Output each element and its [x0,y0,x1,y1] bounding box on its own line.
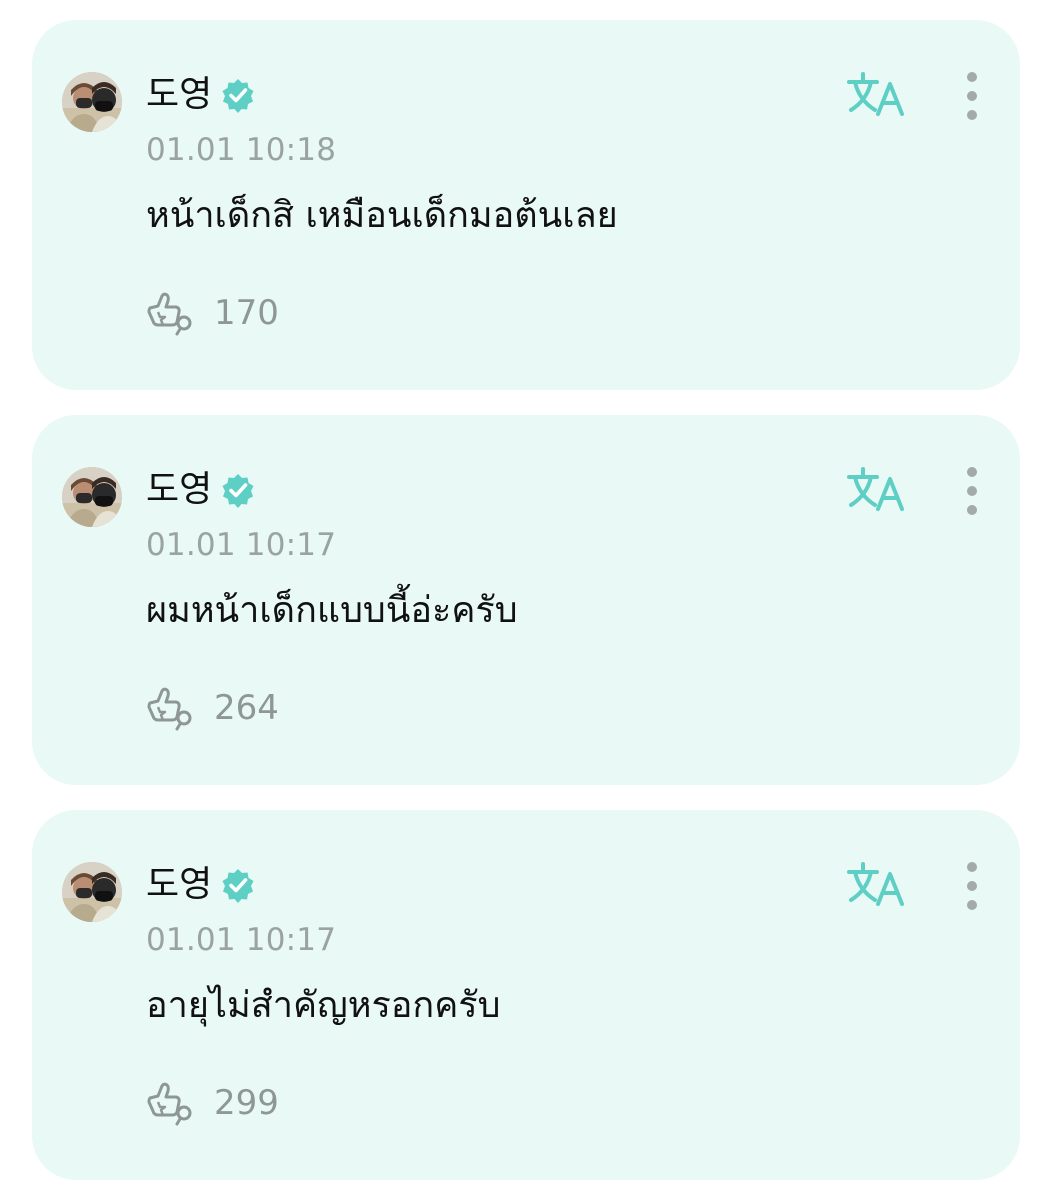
like-button[interactable]: 264 [144,685,279,731]
more-vertical-icon [967,862,977,910]
more-options-button[interactable] [954,465,990,517]
author-row: 도영 [146,862,256,908]
comment-text: หน้าเด็กสิ เหมือนเด็กมอต้นเลย [146,195,618,236]
more-vertical-icon [967,467,977,515]
translate-button[interactable] [846,70,908,120]
avatar[interactable] [62,72,122,132]
translate-button[interactable] [846,860,908,910]
like-button[interactable]: 170 [144,290,279,336]
comment-card: 도영 01.01 10:18 หน้าเด็กสิ เหมือนเด็กมอต้… [32,20,1020,390]
avatar-photo [62,467,122,527]
like-hand-icon [147,1082,192,1126]
comment-card: 도영 01.01 10:17 อายุไม่สำคัญหรอกครับ 299 [32,810,1020,1180]
translate-button[interactable] [846,465,908,515]
more-vertical-icon [967,72,977,120]
comment-timestamp: 01.01 10:17 [146,527,337,563]
comment-text: ผมหน้าเด็กแบบนี้อ่ะครับ [146,590,518,631]
comment-timestamp: 01.01 10:17 [146,922,337,958]
author-name[interactable]: 도영 [146,72,212,118]
like-hand-icon [147,687,192,731]
like-count: 170 [214,293,279,333]
verified-badge-icon [222,869,254,903]
verified-badge-icon [222,474,254,508]
like-button[interactable]: 299 [144,1080,279,1126]
avatar-photo [62,72,122,132]
comment-text: อายุไม่สำคัญหรอกครับ [146,985,501,1026]
like-count: 299 [214,1083,279,1123]
avatar-photo [62,862,122,922]
more-options-button[interactable] [954,860,990,912]
translate-icon [847,467,904,511]
comment-card: 도영 01.01 10:17 ผมหน้าเด็กแบบนี้อ่ะครับ 2… [32,415,1020,785]
avatar[interactable] [62,467,122,527]
author-name[interactable]: 도영 [146,862,212,908]
verified-badge-icon [222,79,254,113]
like-hand-icon [147,292,192,336]
avatar[interactable] [62,862,122,922]
more-options-button[interactable] [954,70,990,122]
author-row: 도영 [146,72,256,118]
comment-timestamp: 01.01 10:18 [146,132,337,168]
like-count: 264 [214,688,279,728]
author-row: 도영 [146,467,256,513]
translate-icon [847,72,904,116]
author-name[interactable]: 도영 [146,467,212,513]
translate-icon [847,862,904,906]
